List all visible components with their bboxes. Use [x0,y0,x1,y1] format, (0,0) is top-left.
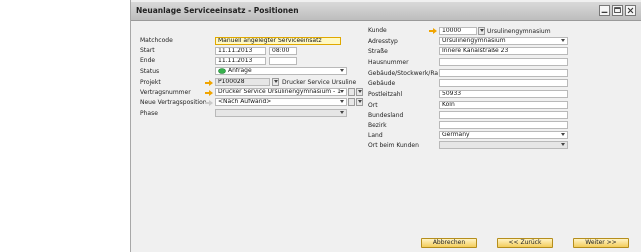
end-time-field[interactable] [269,57,297,65]
chevron-down-icon [358,90,362,93]
vertragsnummer-label: Vertragsnummer [140,89,191,96]
status-icon [218,68,226,74]
gebaeude-field[interactable] [439,79,568,87]
maximize-button[interactable] [612,5,623,16]
neue-vertragsposition-select[interactable]: <Nach Aufwand> [215,98,347,106]
projekt-dropdown-button[interactable] [272,78,279,86]
window-title: Neuanlage Serviceeinsatz - Positionen [136,6,299,15]
ort-beim-kunden-select[interactable] [439,141,568,149]
title-bar[interactable]: Neuanlage Serviceeinsatz - Positionen [131,2,641,21]
maximize-icon [614,7,621,13]
start-date-field[interactable]: 11.11.2013 [215,47,266,55]
vertragsnummer-value: Drucker Service Ursulinengymnasium - 1 [218,88,341,95]
status-value: Anfrage [228,67,252,74]
link-arrow-icon[interactable] [205,80,213,86]
kunde-dropdown-button[interactable] [478,27,485,35]
hausnummer-field[interactable] [439,58,568,66]
strasse-label: Straße [368,48,388,55]
bezirk-label: Bezirk [368,122,387,129]
back-button[interactable]: << Zurück [497,238,553,248]
chevron-down-icon [340,111,344,114]
chevron-down-icon [561,133,565,136]
link-arrow-icon[interactable] [205,100,213,106]
adresstyp-select[interactable]: Ursulinengymnasium [439,37,568,45]
bezirk-field[interactable] [439,121,568,129]
status-select[interactable]: Anfrage [215,67,347,75]
vertragsnummer-edit-button[interactable] [348,88,355,96]
projekt-label: Projekt [140,79,161,86]
link-arrow-icon[interactable] [205,90,213,96]
chevron-down-icon [561,143,565,146]
dialog-window: Neuanlage Serviceeinsatz - Positionen Ma… [130,0,641,252]
gebaeude-stockwerk-field[interactable] [439,69,568,77]
phase-select[interactable] [215,109,347,117]
kunde-name: Ursulinengymnasium [487,28,551,35]
hausnummer-label: Hausnummer [368,59,409,66]
background-pane [0,0,131,252]
close-button[interactable] [625,5,636,16]
neue-vertragsposition-edit-button[interactable] [348,98,355,106]
neue-vertragsposition-dropdown-button[interactable] [356,98,363,106]
land-select[interactable]: Germany [439,131,568,139]
end-date-field[interactable]: 11.11.2013 [215,57,266,65]
chevron-down-icon [340,90,344,93]
minimize-button[interactable] [599,5,610,16]
chevron-down-icon [340,100,344,103]
chevron-down-icon [340,69,344,72]
ort-field[interactable]: Köln [439,101,568,109]
adresstyp-value: Ursulinengymnasium [442,37,506,44]
kunde-code-field[interactable]: 10000 [439,27,477,35]
gebaeude-label: Gebäude [368,80,396,87]
projekt-code-field[interactable]: P100028 [215,78,270,86]
start-time-field[interactable]: 08:00 [269,47,297,55]
adresstyp-label: Adresstyp [368,38,398,45]
ort-label: Ort [368,102,378,109]
vertragsnummer-dropdown-button[interactable] [356,88,363,96]
cancel-button[interactable]: Abbrechen [421,238,477,248]
matchcode-label: Matchcode [140,37,173,44]
end-label: Ende [140,57,156,64]
chevron-down-icon [274,80,278,83]
kunde-label: Kunde [368,27,387,34]
ort-beim-kunden-label: Ort beim Kunden [368,142,419,149]
vertragsnummer-select[interactable]: Drucker Service Ursulinengymnasium - 1 [215,88,347,96]
gebaeude-stockwerk-label: Gebäude/Stockwerk/Ra [368,70,439,77]
strasse-field[interactable]: Innere Kanalstraße 23 [439,47,568,55]
phase-label: Phase [140,110,158,117]
chevron-down-icon [358,100,362,103]
bundesland-label: Bundesland [368,112,404,119]
bundesland-field[interactable] [439,111,568,119]
land-label: Land [368,132,383,139]
link-arrow-icon[interactable] [429,28,437,34]
close-icon [627,7,634,14]
neue-vertragsposition-label: Neue Vertragsposition [140,99,207,106]
postleitzahl-field[interactable]: 50933 [439,90,568,98]
projekt-name: Drucker Service Ursuline [282,79,357,86]
postleitzahl-label: Postleitzahl [368,91,403,98]
chevron-down-icon [561,39,565,42]
minimize-icon [601,11,608,13]
land-value: Germany [442,131,470,138]
matchcode-field[interactable]: Manuell angelegter Serviceeinsatz [215,37,341,45]
neue-vertragsposition-value: <Nach Aufwand> [218,98,272,105]
status-label: Status [140,68,160,75]
start-label: Start [140,47,155,54]
next-button[interactable]: Weiter >> [573,238,629,248]
chevron-down-icon [480,29,484,32]
